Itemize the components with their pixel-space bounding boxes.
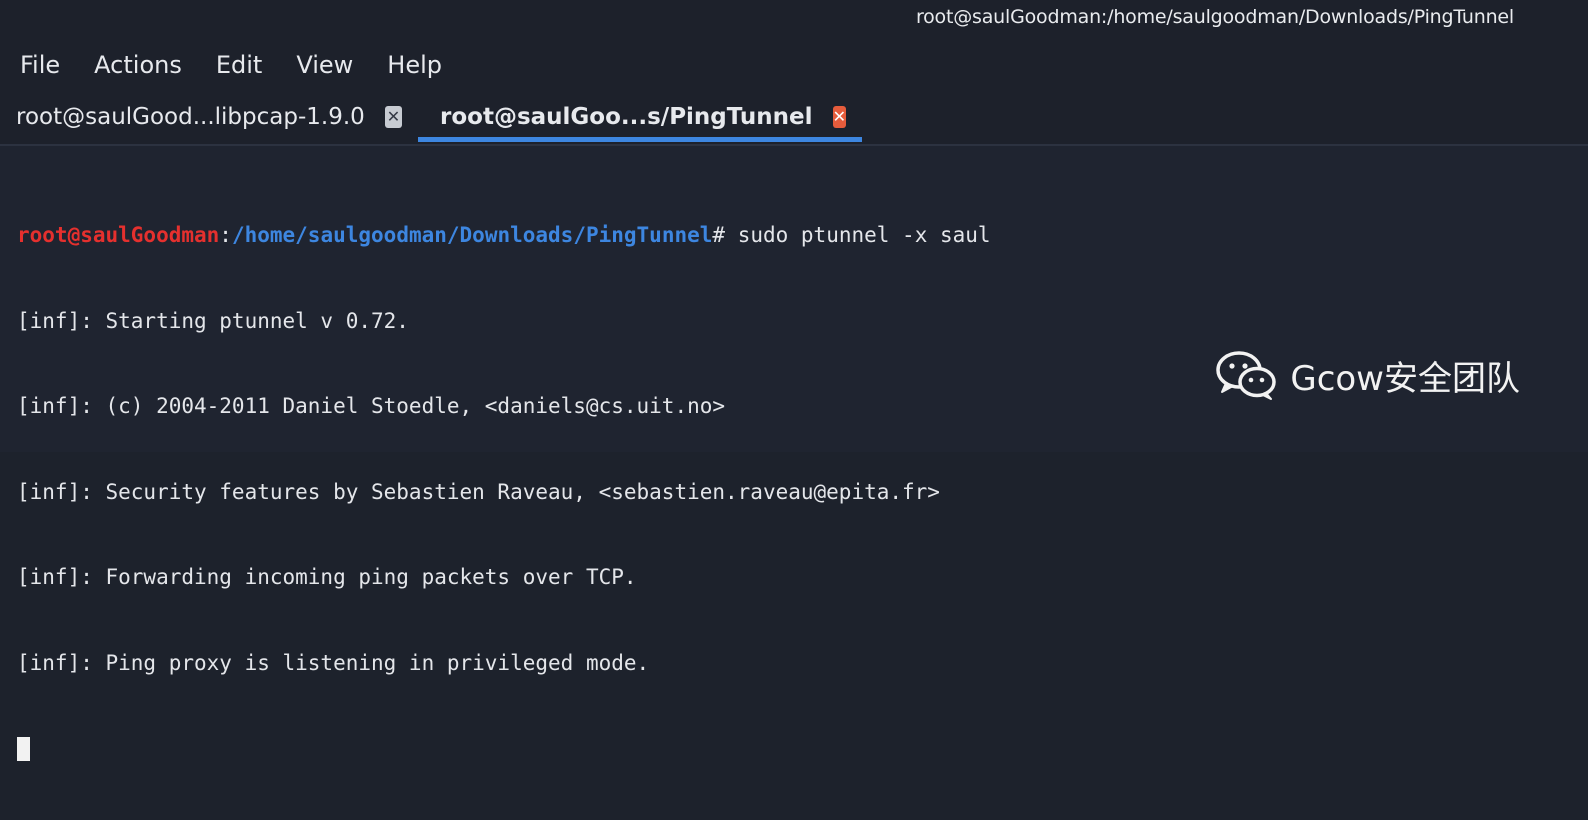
terminal-window: root@saulGoodman:/home/saulgoodman/Downl… <box>0 0 1588 761</box>
title-bar: root@saulGoodman:/home/saulgoodman/Downl… <box>0 0 1588 40</box>
close-icon[interactable]: ✕ <box>384 106 402 128</box>
prompt-separator: : <box>219 223 232 247</box>
tab-label: root@saulGoo...s/PingTunnel <box>440 104 813 130</box>
prompt-user: root@saulGoodman <box>17 223 220 247</box>
close-icon[interactable]: ✕ <box>832 106 846 128</box>
terminal-output[interactable]: root@saulGoodman:/home/saulgoodman/Downl… <box>0 146 1588 820</box>
menu-file[interactable]: File <box>20 51 60 79</box>
text-cursor <box>17 737 30 761</box>
tab-libpcap[interactable]: root@saulGood...libpcap-1.9.0 ✕ <box>0 90 418 144</box>
output-line: [inf]: Forwarding incoming ping packets … <box>17 565 637 589</box>
cursor-line <box>17 734 1588 763</box>
menu-bar: File Actions Edit View Help <box>0 40 1588 90</box>
output-line: [inf]: Starting ptunnel v 0.72. <box>17 308 409 333</box>
output-line: [inf]: Ping proxy is listening in privil… <box>17 650 650 675</box>
output-line: [inf]: Security features by Sebastien Ra… <box>17 479 940 504</box>
menu-actions[interactable]: Actions <box>94 51 182 79</box>
tab-bar: root@saulGood...libpcap-1.9.0 ✕ root@sau… <box>0 90 1588 146</box>
prompt-path: /home/saulgoodman/Downloads/PingTunnel <box>231 223 713 247</box>
menu-help[interactable]: Help <box>387 51 442 79</box>
menu-view[interactable]: View <box>296 51 353 79</box>
tab-label: root@saulGood...libpcap-1.9.0 <box>16 104 365 130</box>
command-text: sudo ptunnel -x saul <box>725 223 991 247</box>
tab-pingtunnel[interactable]: root@saulGoo...s/PingTunnel ✕ <box>418 90 862 144</box>
window-title: root@saulGoodman:/home/saulgoodman/Downl… <box>915 6 1514 28</box>
wechat-icon <box>1216 351 1277 400</box>
prompt-line: root@saulGoodman:/home/saulgoodman/Downl… <box>17 221 1588 250</box>
menu-edit[interactable]: Edit <box>216 51 262 79</box>
watermark-text: Gcow安全团队 <box>1290 358 1520 399</box>
prompt-hash: # <box>712 223 726 247</box>
watermark: Gcow安全团队 <box>1216 350 1520 400</box>
